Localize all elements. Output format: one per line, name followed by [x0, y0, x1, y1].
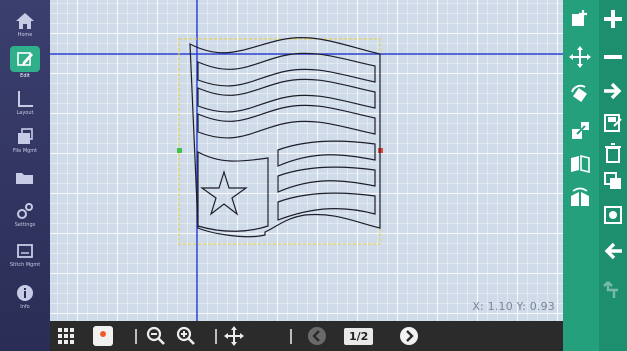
info-icon — [17, 284, 33, 301]
left-sidebar: Home Edit Layout File Mgmt Settings Stit… — [0, 0, 50, 351]
sidebar-item-label: Settings — [14, 221, 36, 228]
duplicate-button[interactable] — [600, 168, 626, 194]
machine-icon — [17, 243, 33, 258]
ruler-icon — [18, 90, 33, 107]
grid-icon — [58, 328, 74, 344]
previous-page-button[interactable] — [306, 325, 328, 347]
cursor-coordinates: X: 1.10 Y: 0.93 — [472, 300, 555, 313]
resize-button[interactable] — [567, 118, 593, 144]
sidebar-item-label: Layout — [16, 109, 34, 116]
pan-button[interactable] — [222, 325, 246, 347]
file-icon — [18, 127, 33, 144]
undo-icon — [603, 281, 618, 298]
home-icon — [16, 12, 34, 29]
zoom-in-design-button[interactable] — [600, 6, 626, 32]
sidebar-item-home[interactable]: Home — [4, 6, 46, 42]
sidebar-item-label: Stitch Mgmt — [9, 261, 41, 268]
design-drawing — [50, 0, 563, 321]
rotate-icon — [571, 84, 587, 102]
move-design-button[interactable] — [567, 44, 593, 70]
sidebar-item-label: Edit — [20, 72, 30, 79]
mirror-button[interactable] — [567, 150, 593, 176]
sidebar-item-layout[interactable]: Layout — [4, 84, 46, 120]
arrow-left-icon — [604, 242, 622, 260]
selection-handle-left — [177, 148, 182, 153]
flip-icon — [571, 187, 589, 206]
back-button[interactable] — [600, 238, 626, 264]
sidebar-item-open[interactable] — [4, 160, 46, 196]
undo-button[interactable] — [600, 276, 626, 302]
move-icon — [569, 46, 591, 68]
sidebar-item-file[interactable]: File Mgmt — [4, 122, 46, 158]
bottom-toolbar: 1/2 — [50, 321, 563, 351]
zoom-out-button[interactable] — [144, 325, 168, 347]
toolbar-separator — [215, 329, 217, 344]
mirror-icon — [571, 154, 590, 174]
flag-quilt-pattern — [189, 37, 381, 238]
hoop-icon — [93, 326, 113, 346]
plus-icon — [604, 10, 622, 28]
zoom-out-design-button[interactable] — [600, 44, 626, 70]
zoom-in-button[interactable] — [174, 325, 198, 347]
sidebar-item-label: Info — [20, 303, 30, 310]
right-toolbar — [563, 0, 627, 351]
chevron-left-icon — [308, 327, 326, 345]
toolbar-separator — [135, 329, 137, 344]
zoom-out-icon — [146, 326, 165, 345]
next-page-button[interactable] — [398, 325, 420, 347]
stitch-view-icon — [604, 206, 622, 224]
trash-icon — [605, 143, 621, 163]
flip-button[interactable] — [567, 184, 593, 210]
gears-icon — [17, 202, 33, 219]
sidebar-item-settings[interactable]: Settings — [4, 196, 46, 232]
next-button[interactable] — [600, 78, 626, 104]
move-arrows-icon — [224, 326, 244, 346]
page-indicator: 1/2 — [344, 325, 374, 347]
grid-button[interactable] — [54, 325, 78, 347]
sidebar-item-label: File Mgmt — [12, 147, 38, 154]
design-canvas[interactable]: X: 1.10 Y: 0.93 — [50, 0, 563, 321]
arrow-right-icon — [604, 82, 622, 100]
pencil-icon — [17, 51, 33, 66]
chevron-right-icon — [400, 327, 418, 345]
hoop-view-button[interactable] — [90, 325, 116, 347]
stitch-view-button[interactable] — [600, 202, 626, 228]
sidebar-item-edit[interactable]: Edit — [4, 44, 46, 80]
resize-icon — [572, 122, 589, 139]
sidebar-item-info[interactable]: Info — [4, 278, 46, 314]
folder-icon — [16, 172, 33, 184]
zoom-in-icon — [176, 326, 195, 345]
minus-icon — [604, 55, 622, 59]
save-icon — [604, 114, 622, 132]
toolbar-separator — [290, 329, 292, 344]
rotate-button[interactable] — [567, 82, 593, 108]
add-design-button[interactable] — [567, 6, 593, 32]
page-indicator-text: 1/2 — [344, 327, 374, 345]
add-design-icon — [572, 10, 587, 26]
duplicate-icon — [604, 172, 621, 189]
sidebar-item-stitch[interactable]: Stitch Mgmt — [4, 236, 46, 272]
delete-button[interactable] — [600, 140, 626, 166]
sidebar-item-label: Home — [17, 31, 33, 38]
save-button[interactable] — [600, 110, 626, 136]
